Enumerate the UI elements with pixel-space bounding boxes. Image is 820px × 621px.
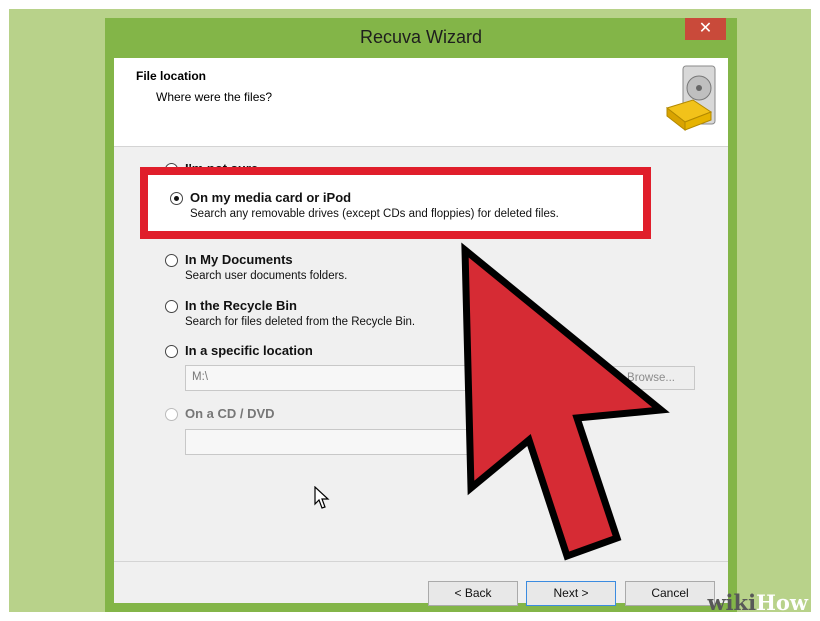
header-subtitle: Where were the files? [156, 90, 273, 104]
header-title: File location [136, 69, 207, 83]
option-description: Search user documents folders. [185, 270, 348, 282]
next-button[interactable]: Next > [526, 581, 616, 606]
title-bar[interactable]: Recuva Wizard ✕ [105, 18, 737, 58]
selection-highlight-box: On my media card or iPod Search any remo… [140, 167, 651, 239]
option-label: In the Recycle Bin [185, 298, 297, 313]
radio-specific-location[interactable] [165, 345, 178, 358]
option-label: On my media card or iPod [190, 190, 352, 205]
option-label: In My Documents [185, 252, 293, 267]
radio-recycle-bin[interactable] [165, 300, 178, 313]
radio-media-card[interactable] [170, 192, 183, 205]
close-button[interactable]: ✕ [685, 18, 726, 40]
cd-drive-select[interactable] [185, 429, 485, 455]
option-label: On a CD / DVD [185, 406, 275, 421]
back-button[interactable]: < Back [428, 581, 518, 606]
radio-cd-dvd[interactable] [165, 408, 178, 421]
mouse-cursor-icon [314, 486, 330, 509]
radio-my-documents[interactable] [165, 254, 178, 267]
wizard-header: File location Where were the files? [114, 58, 728, 147]
window-title: Recuva Wizard [359, 27, 483, 47]
location-path-input[interactable]: M:\ [185, 365, 485, 391]
option-description: Search any removable drives (except CDs … [190, 208, 559, 220]
wikihow-watermark: wikiHow [670, 581, 820, 621]
pointer-arrow-icon [461, 242, 670, 561]
option-label: In a specific location [185, 343, 313, 358]
option-description: Search for files deleted from the Recycl… [185, 316, 416, 328]
watermark-text: wikiHow [707, 590, 808, 615]
disk-drive-icon [665, 65, 716, 132]
